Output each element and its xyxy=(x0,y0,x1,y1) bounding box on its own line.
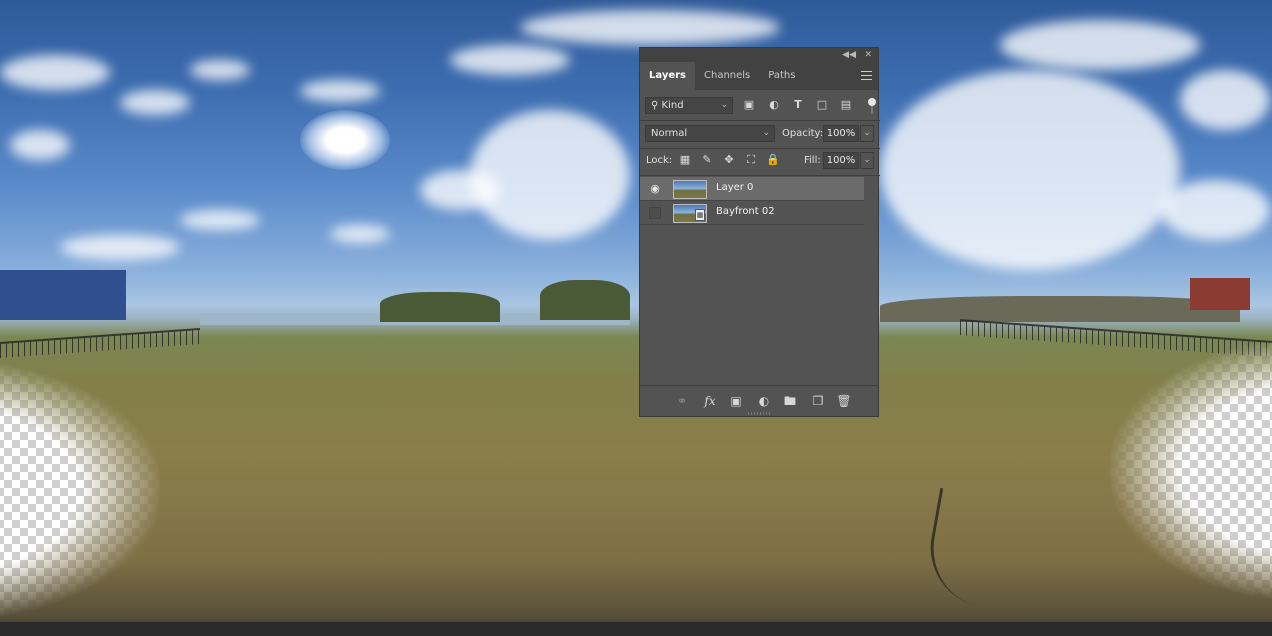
document-canvas[interactable] xyxy=(0,0,1272,636)
link-icon[interactable]: ⚭ xyxy=(674,393,690,409)
lock-artboard-icon[interactable]: ⛶ xyxy=(744,153,758,167)
opacity-label: Opacity: xyxy=(782,128,824,139)
tab-layers[interactable]: Layers xyxy=(640,62,695,90)
filter-kind-label: Kind xyxy=(661,100,684,111)
fill-input[interactable]: 100% xyxy=(823,152,859,169)
cloud xyxy=(520,10,780,45)
resize-grip[interactable] xyxy=(748,412,772,415)
opacity-slider-toggle[interactable]: ⌄ xyxy=(860,125,874,142)
type-filter-icon[interactable]: T xyxy=(791,99,805,111)
lock-all-icon[interactable]: 🔒 xyxy=(766,153,780,167)
cloud xyxy=(880,70,1180,270)
filter-toggle-stem xyxy=(871,106,873,114)
transparency-area xyxy=(1110,340,1272,600)
lock-position-icon[interactable]: ✥ xyxy=(722,153,736,167)
lock-transparent-pixels-icon[interactable]: ▦ xyxy=(678,153,692,167)
panel-title-bar[interactable]: ◀◀ ✕ xyxy=(640,48,878,62)
fill-label: Fill: xyxy=(804,155,821,166)
layer-row-bayfront-02[interactable]: ▦ Bayfront 02 xyxy=(640,201,864,225)
filter-toggle-icon[interactable] xyxy=(868,98,876,106)
blend-mode-dropdown[interactable]: Normal ⌄ xyxy=(645,125,775,142)
search-icon: ⚲ xyxy=(651,100,659,111)
cloud xyxy=(330,225,390,243)
visibility-toggle-off[interactable] xyxy=(649,207,661,219)
panel-menu-icon[interactable] xyxy=(861,71,872,80)
treeline xyxy=(380,292,500,322)
cloud xyxy=(470,110,630,240)
sun xyxy=(300,110,390,170)
chevron-down-icon: ⌄ xyxy=(762,128,770,138)
treeline xyxy=(540,280,630,320)
cloud xyxy=(0,55,110,90)
adjustment-filter-icon[interactable]: ◐ xyxy=(767,99,781,111)
cloud xyxy=(60,235,180,260)
filter-kind-dropdown[interactable]: ⚲ Kind ⌄ xyxy=(645,97,733,114)
panel-tabs: Layers Channels Paths xyxy=(640,62,878,90)
layer-thumbnail xyxy=(673,180,707,199)
cloud xyxy=(120,90,190,115)
group-folder-icon[interactable]: 🖿 xyxy=(782,393,798,409)
cloud xyxy=(1180,70,1270,130)
opacity-input[interactable]: 100% xyxy=(823,125,859,142)
building xyxy=(1190,278,1250,310)
cloud xyxy=(450,45,570,75)
smart-object-filter-icon[interactable]: ▤ xyxy=(839,99,853,111)
cable xyxy=(921,487,1032,613)
blend-mode-value: Normal xyxy=(651,128,688,139)
tab-paths[interactable]: Paths xyxy=(759,62,804,90)
chevron-down-icon: ⌄ xyxy=(720,100,728,110)
blend-row: Normal ⌄ Opacity: 100% ⌄ xyxy=(640,124,880,150)
shape-filter-icon[interactable]: □ xyxy=(815,99,829,111)
visibility-eye-icon[interactable]: ◉ xyxy=(648,182,662,196)
cloud xyxy=(180,210,260,230)
close-icon[interactable]: ✕ xyxy=(864,49,872,61)
trash-icon[interactable]: 🗑 xyxy=(836,393,852,409)
cloud xyxy=(1000,20,1200,70)
divider xyxy=(640,120,880,121)
layers-panel[interactable]: ◀◀ ✕ Layers Channels Paths ⚲ Kind ⌄ ▣ ◐ … xyxy=(639,47,880,417)
fx-icon[interactable]: fx xyxy=(702,393,718,409)
transparency-area xyxy=(0,360,160,620)
lock-label: Lock: xyxy=(646,155,673,166)
layer-row-layer-0[interactable]: ◉ Layer 0 xyxy=(640,177,864,201)
tab-channels[interactable]: Channels xyxy=(695,62,759,90)
fence xyxy=(0,328,200,358)
cloud xyxy=(10,130,70,160)
layer-name[interactable]: Bayfront 02 xyxy=(716,206,775,217)
cloud xyxy=(190,60,250,80)
mask-icon[interactable]: ▣ xyxy=(728,393,744,409)
smart-object-icon: ▦ xyxy=(695,209,705,221)
building xyxy=(0,270,126,320)
treeline xyxy=(880,296,1240,322)
pixel-filter-icon[interactable]: ▣ xyxy=(742,99,756,111)
collapse-icon[interactable]: ◀◀ xyxy=(842,49,856,61)
adjustment-icon[interactable]: ◐ xyxy=(756,393,772,409)
fill-slider-toggle[interactable]: ⌄ xyxy=(860,152,874,169)
lock-image-pixels-icon[interactable]: ✎ xyxy=(700,153,714,167)
cloud xyxy=(420,170,500,210)
panel-footer: ⚭ fx ▣ ◐ 🖿 ❐ 🗑 xyxy=(640,385,878,416)
new-layer-icon[interactable]: ❐ xyxy=(810,393,826,409)
divider xyxy=(640,175,880,176)
layer-name[interactable]: Layer 0 xyxy=(716,182,753,193)
canvas-bottom-edge xyxy=(0,622,1272,636)
divider xyxy=(640,148,880,149)
cloud xyxy=(300,80,380,102)
cloud xyxy=(1160,180,1270,240)
filter-row: ⚲ Kind ⌄ ▣ ◐ T □ ▤ xyxy=(640,96,880,122)
